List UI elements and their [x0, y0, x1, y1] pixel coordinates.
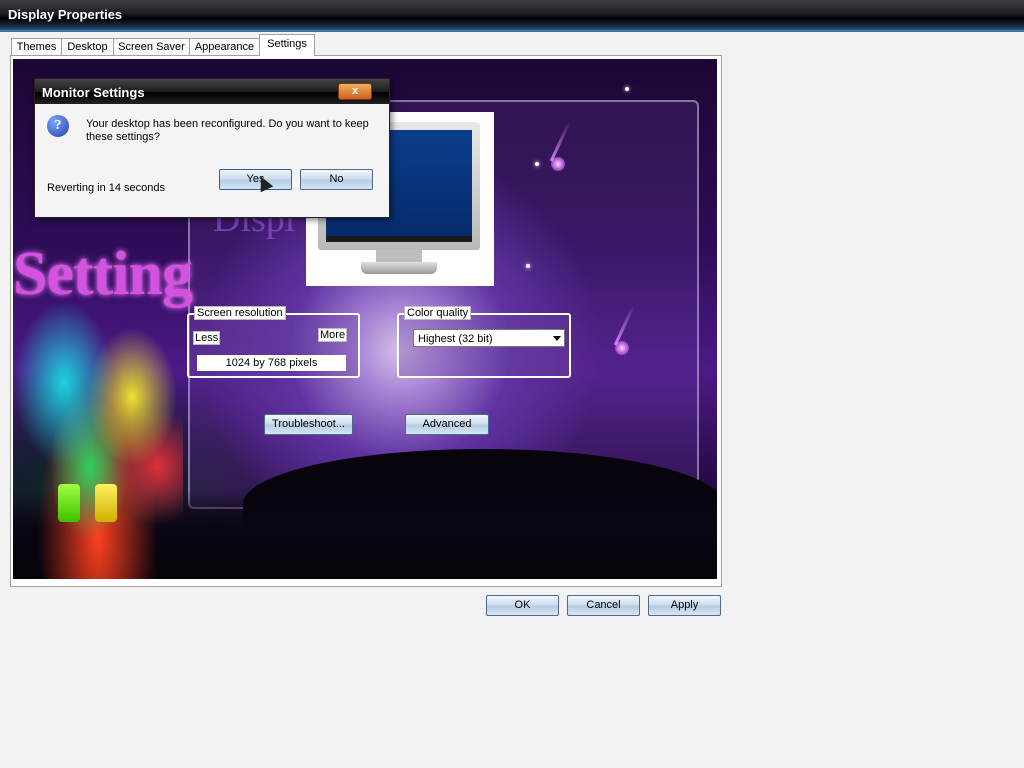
troubleshoot-button[interactable]: Troubleshoot...: [264, 414, 353, 435]
resolution-more-label: More: [318, 328, 348, 342]
star-decoration: [535, 162, 539, 166]
question-icon: ?: [47, 115, 69, 137]
star-decoration: [526, 264, 530, 268]
star-decoration: [625, 87, 629, 91]
resolution-value: 1024 by 768 pixels: [197, 355, 346, 371]
advanced-button[interactable]: Advanced: [405, 414, 489, 435]
paint-splash-decoration: [13, 299, 183, 579]
meteor-decoration: [551, 157, 565, 171]
tab-settings[interactable]: Settings: [259, 34, 315, 56]
meteor-decoration: [615, 341, 629, 355]
monitor-stand: [376, 250, 422, 262]
no-button[interactable]: No: [300, 169, 373, 190]
dialog-titlebar[interactable]: Monitor Settings x: [35, 79, 389, 104]
window-titlebar[interactable]: Display Properties: [0, 0, 1024, 32]
screen-resolution-legend: Screen resolution: [194, 306, 286, 320]
monitor-base: [361, 262, 437, 274]
apply-button[interactable]: Apply: [648, 595, 721, 616]
yellow-bottle-decoration: [95, 484, 117, 522]
revert-countdown: Reverting in 14 seconds: [47, 182, 166, 194]
resolution-less-label: Less: [193, 331, 221, 345]
dialog-message: Your desktop has been reconfigured. Do y…: [86, 118, 369, 143]
preview-taskbar: [326, 236, 472, 242]
cancel-button[interactable]: Cancel: [567, 595, 640, 616]
dialog-title: Monitor Settings: [42, 85, 145, 100]
window-title: Display Properties: [8, 7, 123, 22]
color-quality-legend: Color quality: [404, 306, 472, 320]
ok-button[interactable]: OK: [486, 595, 559, 616]
monitor-settings-dialog: Monitor Settings x ? Your desktop has be…: [34, 78, 390, 218]
screen-resolution-group: Screen resolution Less More 1024 by 768 …: [187, 306, 360, 378]
color-quality-group: Color quality Highest (32 bit): [397, 306, 571, 378]
chevron-down-icon[interactable]: [553, 336, 561, 341]
close-icon[interactable]: x: [338, 83, 372, 100]
tab-themes[interactable]: Themes: [11, 38, 62, 56]
green-bottle-decoration: [58, 484, 80, 522]
tab-desktop[interactable]: Desktop: [61, 38, 114, 56]
color-quality-selected: Highest (32 bit): [418, 333, 493, 345]
color-quality-select[interactable]: Highest (32 bit): [413, 329, 565, 347]
tab-appearance[interactable]: Appearance: [189, 38, 260, 56]
tab-screen-saver[interactable]: Screen Saver: [113, 38, 190, 56]
